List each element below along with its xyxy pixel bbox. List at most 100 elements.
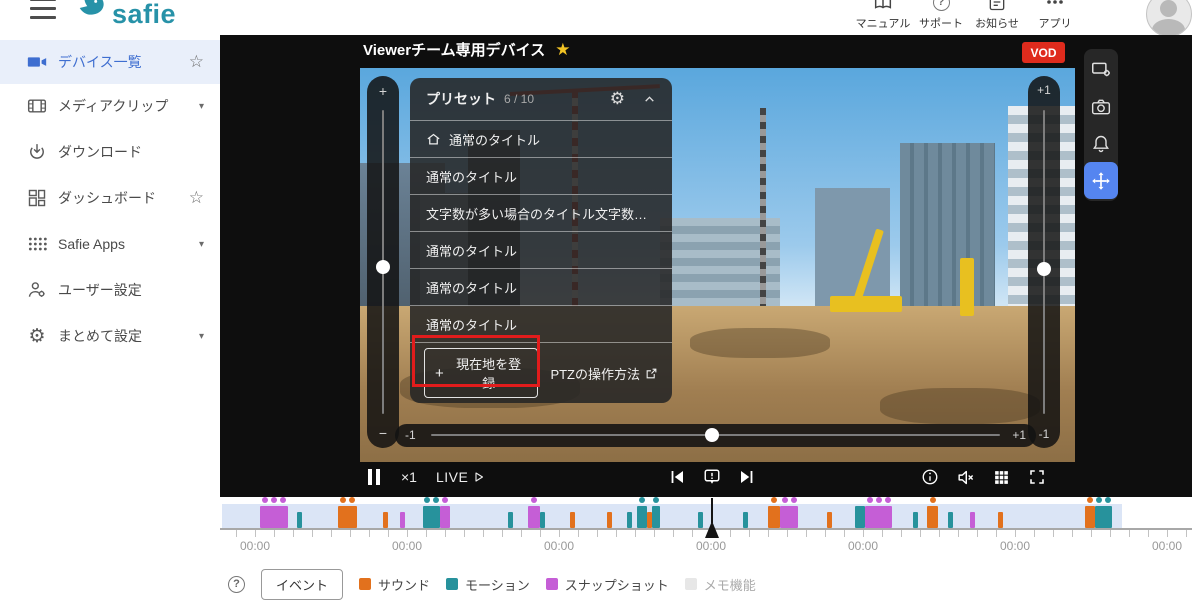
timeline-marker-motion[interactable] [637, 506, 647, 528]
hamburger-menu-icon[interactable] [30, 0, 56, 19]
preset-item[interactable]: 通常のタイトル [410, 157, 672, 194]
pan-slider-thumb[interactable] [705, 428, 719, 442]
timeline-marker-snapshot[interactable] [528, 506, 540, 528]
preset-item[interactable]: 通常のタイトル [410, 231, 672, 268]
snapshot-color-swatch [546, 578, 558, 590]
ptz-help-link[interactable]: PTZの操作方法 [550, 364, 658, 383]
sidebar-item-safie-apps[interactable]: Safie Apps ▾ [0, 222, 220, 266]
nav-news[interactable]: お知らせ [968, 0, 1026, 31]
legend-item-snapshot: スナップショット [546, 575, 669, 594]
collapse-chevron-up-icon[interactable] [643, 93, 656, 106]
marker-event-dots [423, 497, 440, 503]
snapshot-button[interactable] [1084, 88, 1118, 125]
timeline-marker-sound[interactable] [383, 512, 388, 528]
tilt-slider[interactable]: +1 -1 [1028, 76, 1060, 448]
sidebar-item-device-list[interactable]: デバイス一覧 ☆ [0, 40, 220, 84]
mute-button[interactable] [956, 465, 975, 489]
preset-item[interactable]: 文字数が多い場合のタイトル文字数… [410, 194, 672, 231]
chevron-down-icon[interactable]: ▾ [199, 331, 204, 342]
timeline-playhead[interactable] [711, 498, 713, 523]
pan-right-label[interactable]: +1 [1012, 428, 1026, 442]
timeline-marker-sound[interactable] [998, 512, 1003, 528]
timeline-marker-snapshot[interactable] [400, 512, 405, 528]
favorite-star-icon[interactable]: ☆ [189, 52, 204, 72]
zoom-slider[interactable]: + − [367, 76, 399, 448]
live-button[interactable]: LIVE [436, 465, 485, 489]
timeline-marker-motion[interactable] [652, 506, 660, 528]
timeline-marker-motion[interactable] [627, 512, 632, 528]
timeline-marker-snapshot[interactable] [260, 506, 288, 528]
chevron-down-icon[interactable]: ▾ [199, 239, 204, 250]
camera-side-toolbar [1084, 49, 1118, 201]
tilt-slider-thumb[interactable] [1037, 262, 1051, 276]
device-settings-button[interactable] [1084, 51, 1118, 88]
timeline-marker-sound[interactable] [338, 506, 357, 528]
marker-event-dots [768, 497, 780, 503]
zoom-in-label[interactable]: + [367, 83, 399, 99]
timeline-marker-snapshot[interactable] [970, 512, 975, 528]
pan-slider[interactable]: -1 +1 [395, 424, 1036, 447]
safie-logo[interactable]: safie [76, 0, 176, 28]
timeline-marker-snapshot[interactable] [440, 506, 450, 528]
timeline-marker-sound[interactable] [1085, 506, 1095, 528]
timeline-marker-motion[interactable] [1095, 506, 1112, 528]
play-outline-icon [473, 471, 485, 483]
marker-event-dots [338, 497, 357, 503]
chevron-down-icon[interactable]: ▾ [199, 101, 204, 112]
timeline-marker-motion[interactable] [698, 512, 703, 528]
timeline-marker-sound[interactable] [827, 512, 832, 528]
sidebar-item-user-settings[interactable]: ユーザー設定 [0, 268, 220, 312]
timeline-marker-sound[interactable] [927, 506, 938, 528]
legend-help-icon[interactable]: ? [228, 576, 245, 593]
comment-marker-button[interactable] [703, 465, 721, 489]
legend-label: メモ機能 [704, 575, 756, 594]
notification-button[interactable] [1084, 125, 1118, 162]
favorite-star-filled-icon[interactable]: ★ [555, 41, 570, 58]
memo-color-swatch [685, 578, 697, 590]
timeline-selection-band[interactable] [222, 504, 1122, 528]
skip-next-button[interactable] [738, 465, 756, 489]
event-filter-button[interactable]: イベント [261, 569, 343, 600]
sidebar-item-dashboard[interactable]: ダッシュボード ☆ [0, 176, 220, 220]
preset-item[interactable]: 通常のタイトル [410, 268, 672, 305]
playback-speed-button[interactable]: ×1 [401, 465, 417, 489]
sidebar-item-batch-settings[interactable]: ⚙ まとめて設定 ▾ [0, 314, 220, 358]
user-avatar[interactable] [1146, 0, 1192, 35]
timeline-marker-motion[interactable] [297, 512, 302, 528]
register-current-position-button[interactable]: + 現在地を登録 [424, 348, 538, 398]
timeline-marker-motion[interactable] [423, 506, 440, 528]
timeline-marker-motion[interactable] [743, 512, 748, 528]
sidebar-item-download[interactable]: ダウンロード [0, 130, 220, 174]
timeline-marker-snapshot[interactable] [780, 506, 798, 528]
timeline-marker-sound[interactable] [570, 512, 575, 528]
nav-support[interactable]: ? サポート [912, 0, 970, 31]
preset-settings-gear-icon[interactable]: ⚙ [610, 89, 625, 109]
zoom-slider-thumb[interactable] [376, 260, 390, 274]
gear-icon: ⚙ [26, 325, 48, 347]
timeline-marker-motion[interactable] [913, 512, 918, 528]
nav-apps[interactable]: アプリ [1026, 0, 1084, 31]
timeline-marker-sound[interactable] [768, 506, 780, 528]
ptz-move-button[interactable] [1084, 162, 1118, 199]
nav-manual[interactable]: マニュアル [854, 0, 912, 31]
timeline-marker-sound[interactable] [607, 512, 612, 528]
preset-item[interactable]: 通常のタイトル [410, 305, 672, 342]
timeline-marker-motion[interactable] [948, 512, 953, 528]
timeline-marker-motion[interactable] [855, 506, 865, 528]
pan-left-label[interactable]: -1 [405, 428, 416, 442]
timeline-marker-motion[interactable] [508, 512, 513, 528]
timeline-marker-snapshot[interactable] [865, 506, 892, 528]
legend-item-memo: メモ機能 [685, 575, 756, 594]
fullscreen-button[interactable] [1028, 465, 1046, 489]
favorite-star-icon[interactable]: ☆ [189, 188, 204, 208]
preset-item-label: 通常のタイトル [426, 315, 517, 334]
pause-button[interactable] [366, 465, 382, 489]
timeline-marker-motion[interactable] [540, 512, 545, 528]
tilt-up-label[interactable]: +1 [1028, 83, 1060, 97]
sidebar-item-media-clip[interactable]: メディアクリップ ▾ [0, 84, 220, 128]
info-button[interactable] [921, 465, 939, 489]
preset-item-home[interactable]: 通常のタイトル [410, 120, 672, 157]
grid-view-button[interactable] [993, 465, 1010, 489]
skip-previous-button[interactable] [668, 465, 686, 489]
timeline-section: 00:0000:0000:0000:0000:0000:0000:00 ? イベ… [220, 497, 1192, 613]
